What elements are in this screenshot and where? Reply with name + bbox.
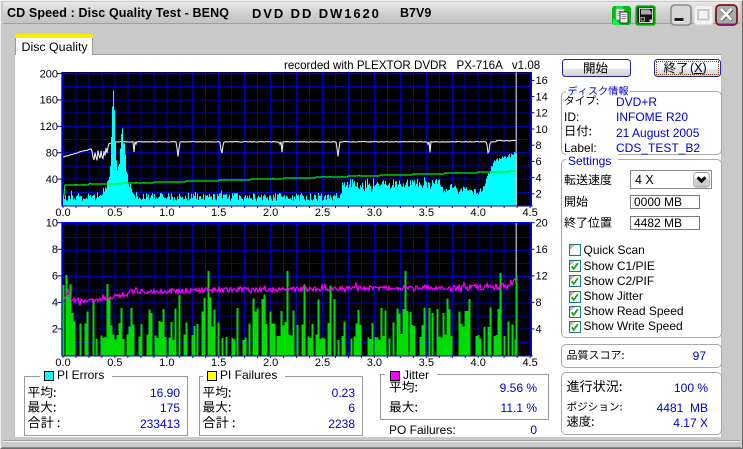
svg-text:120: 120	[40, 121, 58, 133]
svg-text:3.0: 3.0	[367, 207, 382, 219]
svg-text:3.5: 3.5	[419, 207, 434, 219]
svg-text:0.5: 0.5	[107, 357, 122, 369]
svg-text:20: 20	[536, 218, 548, 230]
svg-text:4.5: 4.5	[522, 357, 537, 369]
svg-text:6: 6	[52, 271, 58, 283]
svg-text:2: 2	[52, 324, 58, 336]
svg-text:2: 2	[536, 189, 542, 201]
svg-text:0.5: 0.5	[107, 207, 122, 219]
svg-text:8: 8	[536, 297, 542, 309]
svg-text:16: 16	[536, 75, 548, 87]
svg-text:3.0: 3.0	[367, 357, 382, 369]
svg-text:6: 6	[536, 156, 542, 168]
svg-text:12: 12	[536, 271, 548, 283]
svg-text:4.5: 4.5	[522, 207, 537, 219]
svg-text:4: 4	[536, 324, 542, 336]
svg-text:1.0: 1.0	[159, 357, 174, 369]
svg-text:0.0: 0.0	[55, 207, 70, 219]
svg-text:12: 12	[536, 108, 548, 120]
svg-text:1.0: 1.0	[159, 207, 174, 219]
svg-text:0.0: 0.0	[55, 357, 70, 369]
svg-text:8: 8	[52, 244, 58, 256]
svg-text:8: 8	[536, 140, 542, 152]
svg-text:1.5: 1.5	[211, 207, 226, 219]
svg-text:4: 4	[536, 172, 542, 184]
svg-text:3.5: 3.5	[419, 357, 434, 369]
svg-text:4.0: 4.0	[471, 207, 486, 219]
svg-text:2.5: 2.5	[315, 207, 330, 219]
svg-text:4.0: 4.0	[471, 357, 486, 369]
svg-text:200: 200	[40, 68, 58, 80]
svg-text:10: 10	[536, 124, 548, 136]
svg-text:80: 80	[46, 148, 58, 160]
svg-text:14: 14	[536, 91, 548, 103]
svg-text:4: 4	[52, 297, 58, 309]
svg-text:16: 16	[536, 244, 548, 256]
svg-text:160: 160	[40, 95, 58, 107]
svg-text:40: 40	[46, 174, 58, 186]
svg-text:2.0: 2.0	[263, 207, 278, 219]
svg-text:10: 10	[46, 218, 58, 230]
svg-text:2.0: 2.0	[263, 357, 278, 369]
svg-text:1.5: 1.5	[211, 357, 226, 369]
svg-text:2.5: 2.5	[315, 357, 330, 369]
